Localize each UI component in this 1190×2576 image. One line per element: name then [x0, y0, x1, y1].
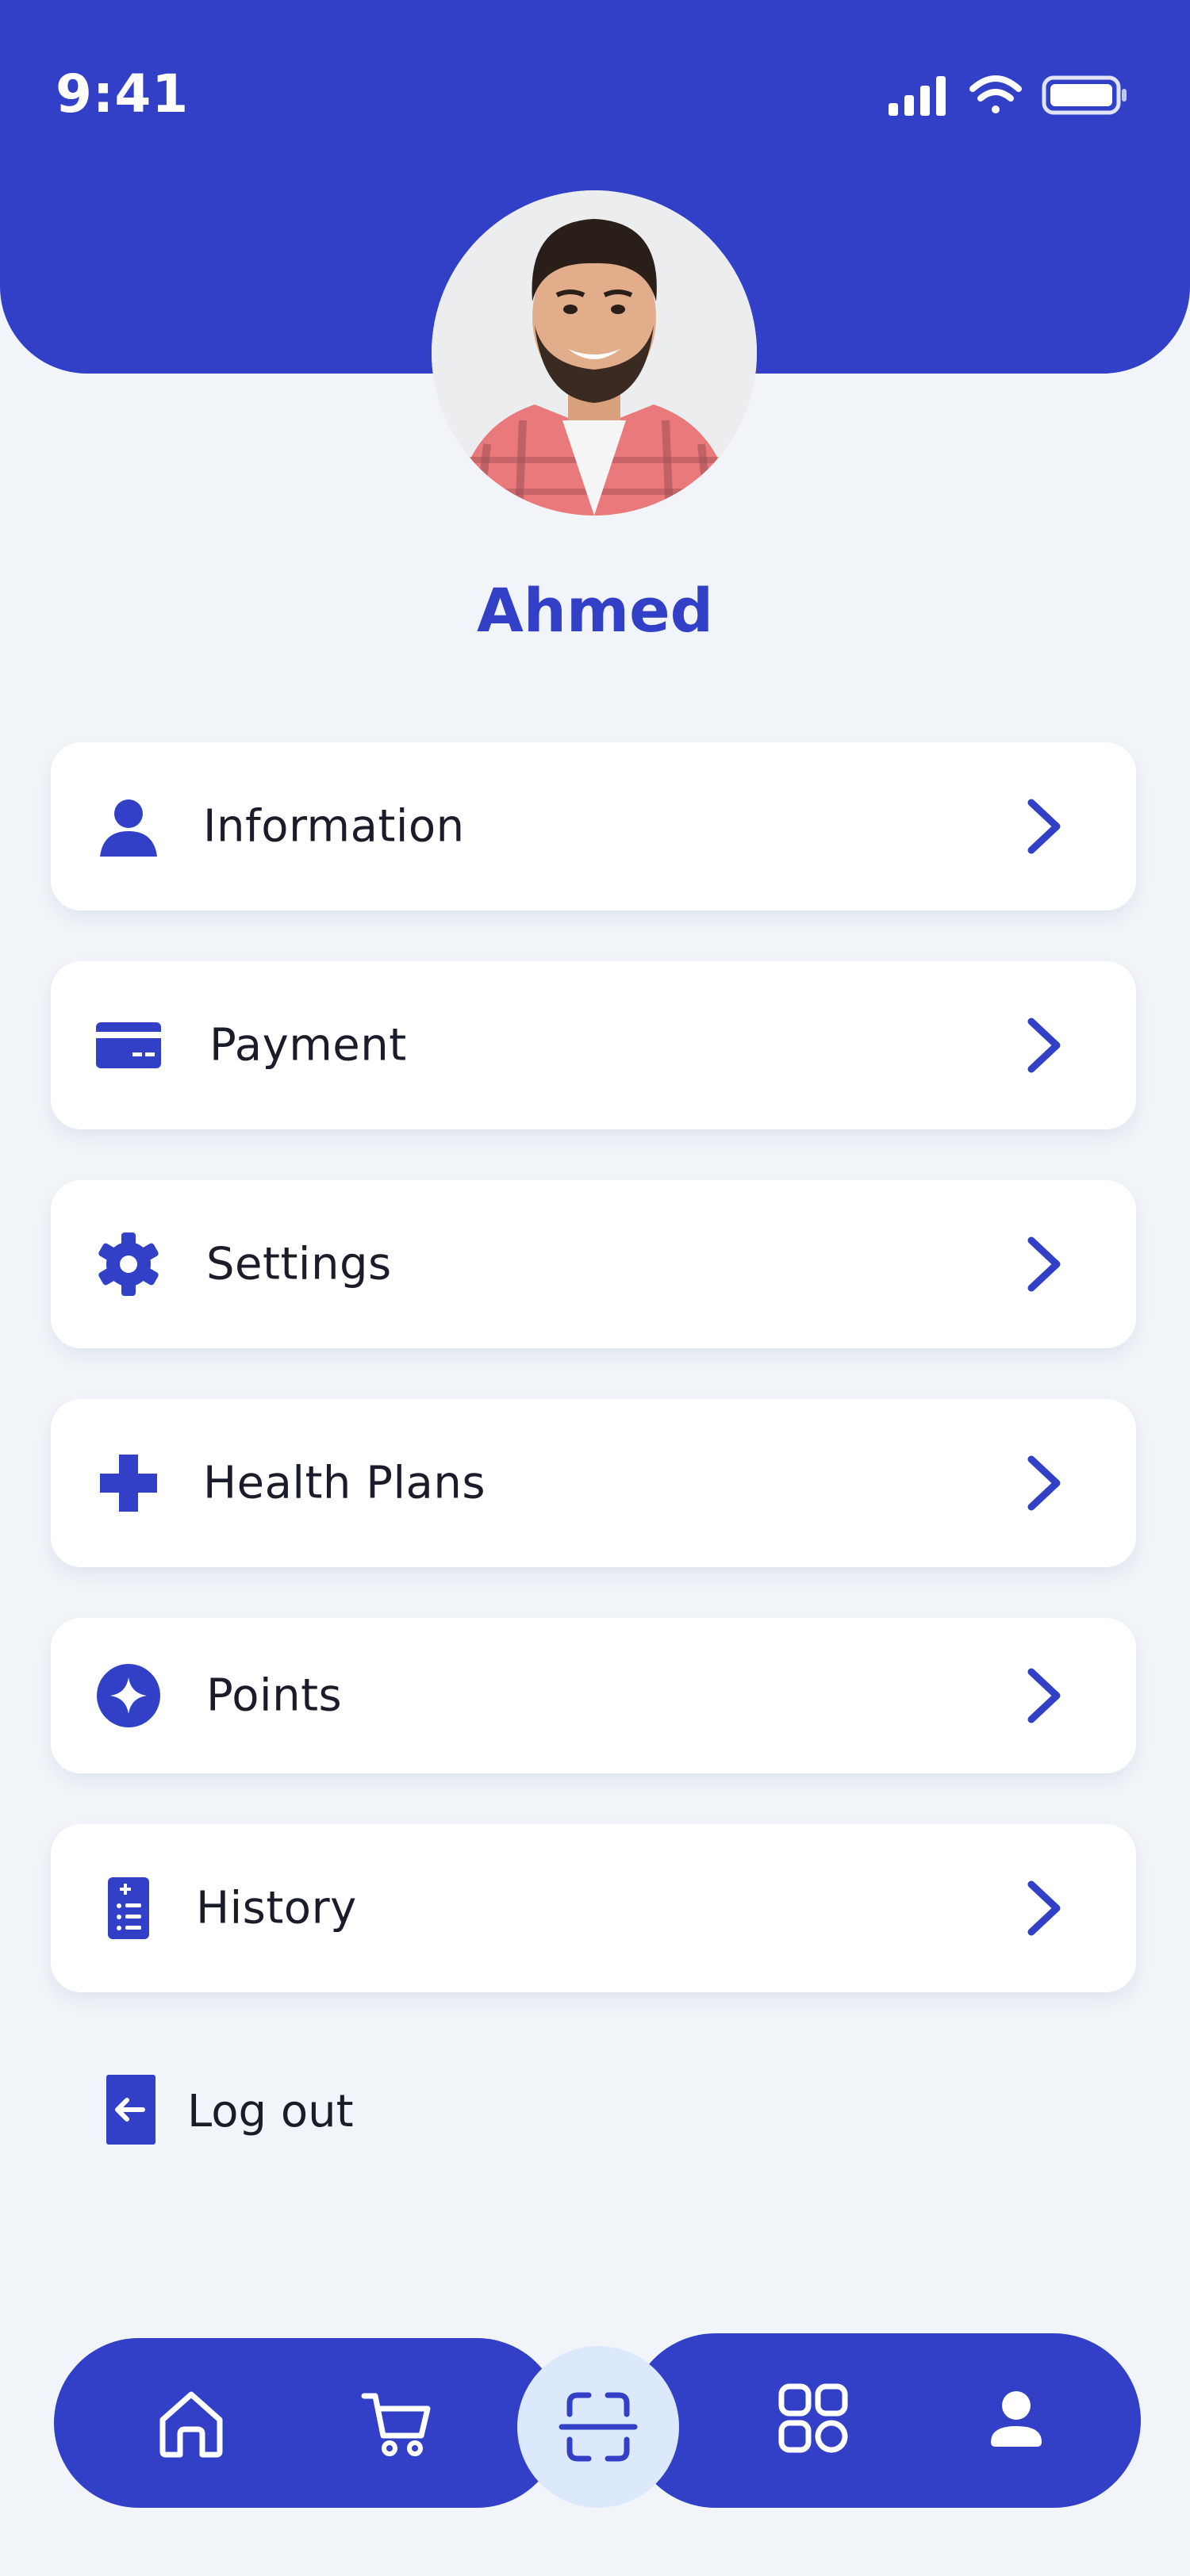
battery-icon: [1042, 75, 1127, 115]
profile-icon: [991, 2391, 1042, 2447]
chevron-right-icon: [1027, 799, 1061, 854]
status-time: 9:41: [56, 63, 190, 125]
cart-icon: [361, 2393, 431, 2456]
nav-scan-button[interactable]: [517, 2346, 679, 2508]
menu-item-settings[interactable]: Settings: [51, 1180, 1136, 1348]
logout-label: Log out: [187, 2086, 354, 2137]
bottom-nav-left: [54, 2338, 562, 2508]
menu-item-label: Points: [206, 1669, 343, 1722]
logout-icon: [106, 2075, 155, 2145]
wifi-icon: [969, 75, 1022, 113]
status-icons: [889, 75, 1127, 116]
medical-cross-icon: [90, 1445, 167, 1521]
avatar[interactable]: [432, 190, 757, 516]
credit-card-icon: [90, 1007, 167, 1083]
logout-button[interactable]: Log out: [103, 2068, 436, 2148]
chevron-right-icon: [1027, 1668, 1061, 1723]
apps-icon: [778, 2383, 848, 2453]
menu-item-label: Information: [203, 800, 465, 853]
menu-item-label: Payment: [209, 1019, 407, 1071]
menu-item-points[interactable]: Points: [51, 1618, 1136, 1773]
chevron-right-icon: [1027, 1880, 1061, 1936]
menu-item-label: History: [196, 1882, 357, 1934]
menu-item-label: Settings: [206, 1238, 392, 1290]
menu-item-health-plans[interactable]: Health Plans: [51, 1399, 1136, 1567]
nav-home-button[interactable]: [140, 2371, 243, 2474]
chevron-right-icon: [1027, 1236, 1061, 1292]
nav-profile-button[interactable]: [965, 2367, 1068, 2470]
history-list-icon: [90, 1870, 167, 1946]
chevron-right-icon: [1027, 1455, 1061, 1511]
profile-screen: 9:41 Ahmed Information Payment Settings …: [0, 0, 1190, 2576]
nav-cart-button[interactable]: [346, 2371, 449, 2474]
chevron-right-icon: [1027, 1018, 1061, 1073]
avatar-photo: [432, 190, 757, 516]
nav-apps-button[interactable]: [762, 2367, 865, 2470]
menu-item-history[interactable]: History: [51, 1824, 1136, 1992]
profile-name: Ahmed: [476, 575, 714, 646]
menu-item-information[interactable]: Information: [51, 742, 1136, 910]
user-icon: [90, 788, 167, 864]
menu-item-label: Health Plans: [203, 1457, 486, 1509]
scan-icon: [559, 2392, 638, 2462]
home-icon: [159, 2391, 223, 2458]
menu-item-payment[interactable]: Payment: [51, 961, 1136, 1129]
signal-icon: [889, 76, 946, 116]
gear-icon: [90, 1226, 167, 1302]
sparkle-icon: [90, 1658, 167, 1734]
